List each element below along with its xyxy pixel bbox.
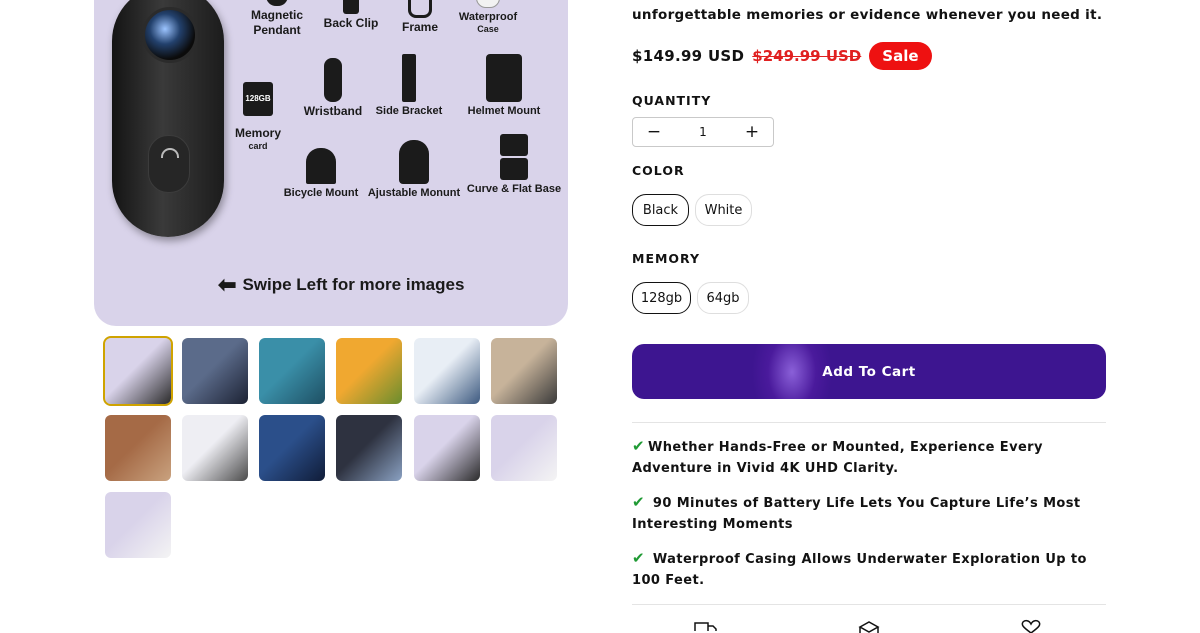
quantity-input[interactable]: 1 <box>699 125 707 139</box>
product-description-tail: unforgettable memories or evidence whene… <box>632 7 1103 23</box>
feature-item: ✔ Waterproof Casing Allows Underwater Ex… <box>632 549 1087 588</box>
color-option-black[interactable]: Black <box>632 194 689 226</box>
checkmark-icon: ✔ <box>632 437 645 455</box>
increase-quantity-button[interactable]: + <box>731 122 773 142</box>
feature-item: ✔ 90 Minutes of Battery Life Lets You Ca… <box>632 493 1081 532</box>
checkmark-icon: ✔ <box>632 549 645 567</box>
color-label: COLOR <box>632 163 685 178</box>
memory-options: 128gb 64gb <box>632 282 749 314</box>
thumbnail-image[interactable] <box>414 338 480 404</box>
accessory-adjustable-mount: Ajustable Monunt <box>366 140 462 200</box>
quantity-label: QUANTITY <box>632 93 712 108</box>
checkmark-icon: ✔ <box>632 493 645 511</box>
memory-option-128gb[interactable]: 128gb <box>632 282 691 314</box>
accessory-magnetic-pendant: Magnetic Pendant <box>242 0 312 38</box>
accessory-wristband: Wristband <box>298 58 368 119</box>
accessory-helmet-mount: Helmet Mount <box>462 54 546 118</box>
color-options: Black White <box>632 194 752 226</box>
thumbnail-image[interactable] <box>414 415 480 481</box>
accessory-frame: Frame <box>392 0 448 35</box>
divider <box>632 604 1106 605</box>
accessory-back-clip: Back Clip <box>316 0 386 31</box>
quantity-stepper: − 1 + <box>632 117 774 147</box>
sale-price: $149.99 USD <box>632 47 745 65</box>
arrow-left-icon: ⬅ <box>218 272 237 297</box>
memory-option-64gb[interactable]: 64gb <box>697 282 749 314</box>
decrease-quantity-button[interactable]: − <box>633 122 675 142</box>
accessory-side-bracket: Side Bracket <box>372 54 446 118</box>
price-row: $149.99 USD $249.99 USD Sale <box>632 42 932 70</box>
color-option-white[interactable]: White <box>695 194 752 226</box>
thumbnail-image[interactable] <box>491 415 557 481</box>
camera-lens <box>142 7 198 63</box>
swipe-hint: ⬅ Swipe Left for more images <box>218 272 465 297</box>
divider <box>632 422 1106 423</box>
add-to-cart-button[interactable]: Add To Cart <box>632 344 1106 399</box>
accessory-waterproof-case: Waterproof Case <box>452 0 524 35</box>
thumbnail-image[interactable] <box>105 492 171 558</box>
camera-button-graphic <box>148 135 190 193</box>
thumbnail-image[interactable] <box>259 415 325 481</box>
thumbnail-image[interactable] <box>182 338 248 404</box>
accessory-memory-card: Memory card <box>234 126 281 151</box>
thumbnail-image[interactable] <box>336 338 402 404</box>
sale-badge: Sale <box>869 42 932 70</box>
accessory-bicycle-mount: Bicycle Mount <box>280 148 362 200</box>
memory-label: MEMORY <box>632 251 701 266</box>
thumbnail-image[interactable] <box>336 415 402 481</box>
thumbnail-image[interactable] <box>103 336 173 406</box>
thumbnail-image[interactable] <box>491 338 557 404</box>
accessory-memory-card-chip: 128GB <box>240 82 276 118</box>
thumbnail-image[interactable] <box>259 338 325 404</box>
accessory-curve-flat-base: Curve & Flat Base <box>466 134 562 196</box>
heart-icon <box>1021 619 1041 633</box>
feature-item: ✔ Whether Hands-Free or Mounted, Experien… <box>632 437 1043 476</box>
truck-icon <box>694 622 717 631</box>
thumbnail-image[interactable] <box>105 415 171 481</box>
box-icon <box>858 621 880 633</box>
compare-price: $249.99 USD <box>752 47 862 65</box>
main-product-image[interactable]: Magnetic Pendant Back Clip Frame Waterpr… <box>94 0 568 326</box>
thumbnail-image[interactable] <box>182 415 248 481</box>
camera-image <box>112 0 224 237</box>
